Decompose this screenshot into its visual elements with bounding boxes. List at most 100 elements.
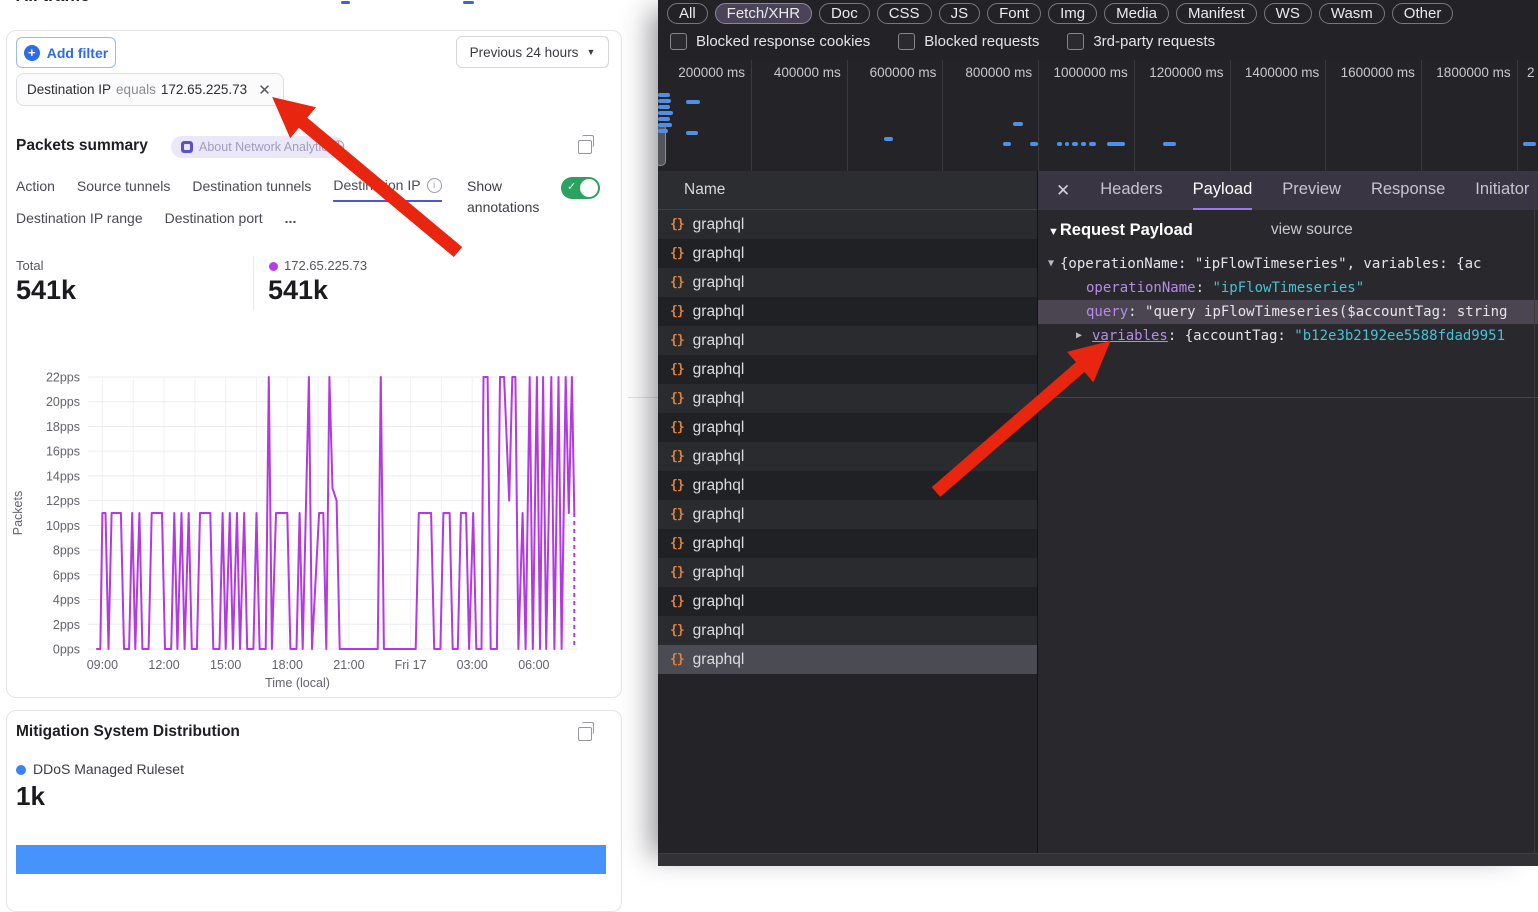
- details-tab-initiator[interactable]: Initiator: [1475, 171, 1529, 210]
- filter-pill-manifest[interactable]: Manifest: [1176, 3, 1257, 24]
- about-network-analytics-badge[interactable]: About Network Analytics: [171, 136, 344, 158]
- close-icon[interactable]: ✕: [1056, 181, 1070, 201]
- mitigation-bar[interactable]: [16, 845, 606, 874]
- filter-pill-font[interactable]: Font: [987, 3, 1041, 24]
- network-request-row[interactable]: {}graphql: [658, 500, 1037, 529]
- network-request-row[interactable]: {}graphql: [658, 645, 1037, 674]
- filter-pill-wasm[interactable]: Wasm: [1319, 3, 1385, 24]
- network-request-row[interactable]: {}graphql: [658, 326, 1037, 355]
- filter-field: Destination IP: [27, 82, 111, 97]
- tab-action[interactable]: Action: [16, 177, 55, 202]
- tab-label: Destination port: [165, 210, 263, 226]
- request-payload-title[interactable]: ▼Request Payload: [1048, 221, 1193, 240]
- legend-dot-icon: [16, 765, 26, 775]
- tab-destination-port[interactable]: Destination port: [165, 210, 263, 233]
- network-request-row[interactable]: {}graphql: [658, 355, 1037, 384]
- page-title: All traffic: [16, 0, 90, 6]
- request-name: graphql: [693, 651, 745, 669]
- scrollbar[interactable]: [1534, 171, 1535, 866]
- network-request-row[interactable]: {}graphql: [658, 471, 1037, 500]
- show-annotations-toggle[interactable]: ✓: [561, 177, 600, 199]
- add-filter-button[interactable]: + Add filter: [16, 37, 116, 68]
- request-name: graphql: [693, 216, 745, 234]
- dimension-tabs-row1: Action Source tunnels Destination tunnels D…: [16, 177, 442, 202]
- request-name: graphql: [693, 361, 745, 379]
- filter-pill-img[interactable]: Img: [1048, 3, 1097, 24]
- timeline-tick-label: 200000 ms: [678, 65, 745, 80]
- filter-pill-doc[interactable]: Doc: [819, 3, 870, 24]
- network-request-row[interactable]: {}graphql: [658, 529, 1037, 558]
- info-icon: i: [427, 178, 442, 193]
- curly-braces-icon: {}: [670, 507, 684, 522]
- time-range-label: Previous 24 hours: [470, 45, 579, 60]
- network-request-row[interactable]: {}graphql: [658, 616, 1037, 645]
- payload-tree-line[interactable]: ▶variables: {accountTag: "b12e3b2192ee55…: [1038, 324, 1538, 348]
- remove-filter-icon[interactable]: ✕: [258, 81, 271, 99]
- filter-pill-media[interactable]: Media: [1104, 3, 1169, 24]
- name-column-label: Name: [684, 181, 725, 199]
- payload-tree-line[interactable]: query: "query ipFlowTimeseries($accountT…: [1038, 300, 1538, 324]
- tab-source-tunnels[interactable]: Source tunnels: [77, 177, 170, 202]
- filter-pill-other[interactable]: Other: [1392, 3, 1454, 24]
- time-range-dropdown[interactable]: Previous 24 hours ▼: [456, 36, 609, 68]
- svg-text:6pps: 6pps: [53, 568, 80, 582]
- filter-pill-css[interactable]: CSS: [877, 3, 932, 24]
- collapse-triangle-icon: ▼: [1048, 226, 1059, 238]
- timeline-gridline: [1421, 60, 1422, 171]
- request-name: graphql: [693, 593, 745, 611]
- view-source-link[interactable]: view source: [1271, 221, 1353, 239]
- network-request-row[interactable]: {}graphql: [658, 268, 1037, 297]
- request-name: graphql: [693, 419, 745, 437]
- tab-destination-ip-range[interactable]: Destination IP range: [16, 210, 143, 233]
- tab-destination-tunnels[interactable]: Destination tunnels: [192, 177, 311, 202]
- payload-tree-line[interactable]: ▼{operationName: "ipFlowTimeseries", var…: [1038, 252, 1538, 276]
- network-request-row[interactable]: {}graphql: [658, 210, 1037, 239]
- network-request-row[interactable]: {}graphql: [658, 297, 1037, 326]
- filter-operator: equals: [116, 82, 156, 97]
- svg-text:09:00: 09:00: [87, 658, 118, 672]
- request-payload-header: ▼Request Payload view source: [1038, 210, 1538, 250]
- filter-pill-fetch-xhr[interactable]: Fetch/XHR: [715, 3, 812, 24]
- network-overview-timeline[interactable]: 200000 ms400000 ms600000 ms800000 ms1000…: [658, 60, 1538, 172]
- network-request-row[interactable]: {}graphql: [658, 587, 1037, 616]
- check-icon: ✓: [567, 180, 576, 193]
- svg-text:03:00: 03:00: [457, 658, 488, 672]
- network-request-row[interactable]: {}graphql: [658, 558, 1037, 587]
- network-request-row[interactable]: {}graphql: [658, 384, 1037, 413]
- payload-tree-line[interactable]: operationName: "ipFlowTimeseries": [1038, 276, 1538, 300]
- network-request-row[interactable]: {}graphql: [658, 413, 1037, 442]
- divider: [253, 256, 254, 310]
- network-request-row[interactable]: {}graphql: [658, 239, 1037, 268]
- copy-panel-icon[interactable]: [578, 140, 592, 154]
- expanded-triangle-icon[interactable]: ▼: [1048, 252, 1054, 276]
- request-list-header[interactable]: Name: [658, 171, 1037, 210]
- copy-panel-icon[interactable]: [578, 727, 592, 741]
- details-tab-payload[interactable]: Payload: [1193, 171, 1253, 210]
- checkbox-blocked-response-cookies[interactable]: Blocked response cookies: [670, 33, 870, 50]
- checkbox-icon[interactable]: [1067, 33, 1084, 50]
- checkbox-icon[interactable]: [898, 33, 915, 50]
- curly-braces-icon: {}: [670, 391, 684, 406]
- request-name: graphql: [693, 332, 745, 350]
- details-tab-headers[interactable]: Headers: [1100, 171, 1162, 210]
- details-tab-response[interactable]: Response: [1371, 171, 1445, 210]
- tab-label: Destination tunnels: [192, 178, 311, 194]
- packets-timeseries-chart[interactable]: 0pps2pps4pps6pps8pps10pps12pps14pps16pps…: [0, 355, 640, 700]
- timeline-request-bar: [658, 105, 670, 109]
- checkbox-3rd-party-requests[interactable]: 3rd-party requests: [1067, 33, 1215, 50]
- request-checkbox-filters: Blocked response cookies Blocked requests…: [670, 33, 1215, 50]
- timeline-request-bar: [1030, 142, 1038, 146]
- timeline-request-bar: [1089, 142, 1096, 146]
- tabs-overflow-button[interactable]: ...: [285, 210, 297, 233]
- request-details-tabbar: ✕ Headers Payload Preview Response Initiator: [1038, 171, 1538, 210]
- filter-pill-js[interactable]: JS: [939, 3, 981, 24]
- filter-chip[interactable]: Destination IP equals 172.65.225.73 ✕: [16, 73, 284, 106]
- collapsed-triangle-icon[interactable]: ▶: [1076, 324, 1082, 348]
- filter-pill-ws[interactable]: WS: [1264, 3, 1312, 24]
- checkbox-icon[interactable]: [670, 33, 687, 50]
- tab-destination-ip[interactable]: Destination IPi: [333, 177, 441, 202]
- checkbox-blocked-requests[interactable]: Blocked requests: [898, 33, 1039, 50]
- network-request-row[interactable]: {}graphql: [658, 442, 1037, 471]
- filter-pill-all[interactable]: All: [667, 3, 708, 24]
- details-tab-preview[interactable]: Preview: [1282, 171, 1341, 210]
